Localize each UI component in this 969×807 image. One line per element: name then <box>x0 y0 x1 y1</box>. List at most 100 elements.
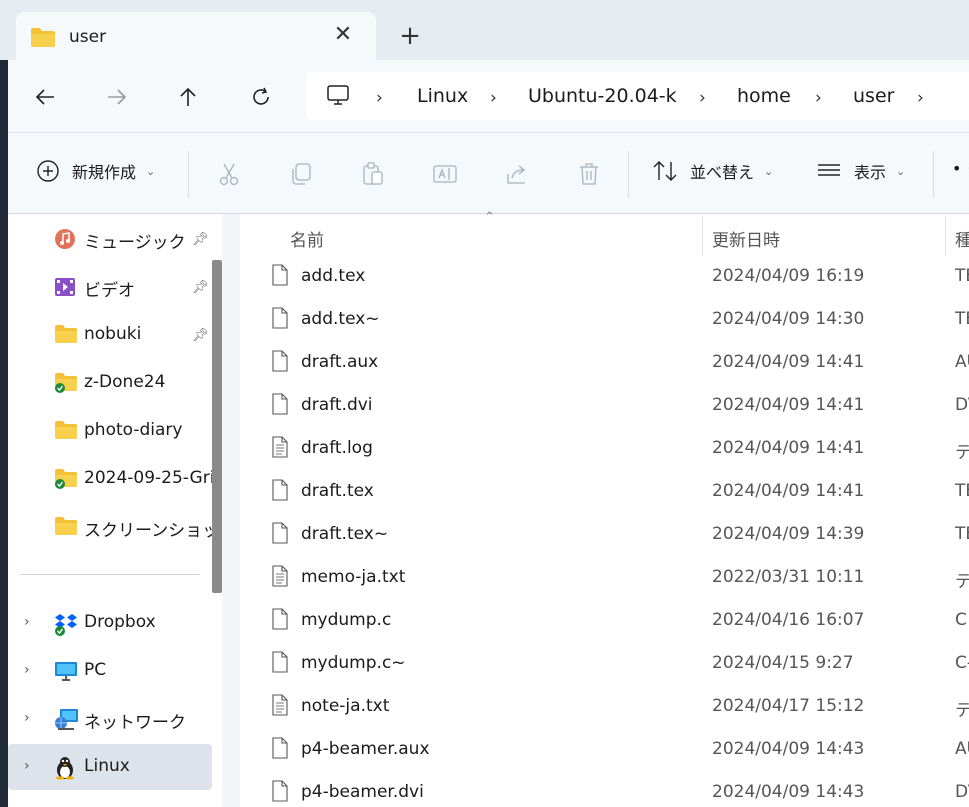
file-modified-date: 2024/04/09 14:39 <box>712 524 865 544</box>
folder-synced-icon <box>54 372 78 398</box>
rename-icon[interactable] <box>432 161 458 187</box>
arrow-up-icon[interactable] <box>173 82 203 112</box>
view-list-icon <box>818 164 840 176</box>
sidebar-item-label: PC <box>84 660 107 680</box>
column-header-date[interactable]: 更新日時 <box>712 226 780 251</box>
file-row[interactable]: draft.dvi 2024/04/09 14:41 DV <box>260 384 969 427</box>
new-tab-button[interactable]: + <box>396 22 424 50</box>
sidebar-item-label: Linux <box>84 756 130 776</box>
sidebar-item-2024-09-25-grif[interactable]: 2024-09-25-Grif <box>8 456 212 502</box>
file-row[interactable]: mydump.c 2024/04/16 16:07 C <box>260 599 969 642</box>
sidebar-item-network[interactable]: › ネットワーク <box>8 696 212 742</box>
chevron-right-icon[interactable]: › <box>490 88 497 108</box>
sort-button[interactable]: 並べ替え ⌄ <box>652 159 773 183</box>
new-button[interactable]: 新規作成 ⌄ <box>36 159 155 183</box>
file-row[interactable]: add.tex~ 2024/04/09 14:30 TE <box>260 298 969 341</box>
chevron-right-icon[interactable]: › <box>24 710 30 726</box>
chevron-right-icon[interactable]: › <box>815 88 822 108</box>
cut-icon[interactable] <box>216 161 242 187</box>
column-divider[interactable] <box>945 216 946 256</box>
file-name: add.tex <box>301 266 366 286</box>
sidebar-item-nobuki[interactable]: nobuki 📌︎ <box>8 312 212 358</box>
divider <box>188 151 189 197</box>
breadcrumb-home[interactable]: home <box>737 85 791 107</box>
column-header-type[interactable]: 種 <box>955 226 969 251</box>
file-modified-date: 2024/04/09 14:41 <box>712 352 865 372</box>
sidebar-scrollbar[interactable] <box>212 260 222 593</box>
copy-icon[interactable] <box>288 161 314 187</box>
paste-icon[interactable] <box>360 161 386 187</box>
file-row[interactable]: memo-ja.txt 2022/03/31 10:11 テ <box>260 556 969 599</box>
column-header-name[interactable]: 名前 <box>290 226 324 251</box>
file-row[interactable]: mydump.c~ 2024/04/15 9:27 C- <box>260 642 969 685</box>
file-type: テ <box>955 701 969 721</box>
arrow-left-icon[interactable] <box>30 82 60 112</box>
sidebar-item-video[interactable]: ビデオ 📌︎ <box>8 264 212 310</box>
command-bar: 新規作成 ⌄ 並べ替え ⌄ 表示 ⌄ • • <box>8 132 969 214</box>
tab-user[interactable]: user ✕ <box>16 12 376 64</box>
file-type: TE <box>955 524 969 544</box>
sidebar-item-pc[interactable]: › PC <box>8 648 212 694</box>
file-name: draft.dvi <box>301 395 373 415</box>
pin-icon: 📌︎ <box>192 280 209 295</box>
chevron-right-icon[interactable]: › <box>24 758 30 774</box>
tab-strip: user ✕ + <box>0 0 969 64</box>
file-icon <box>272 737 288 763</box>
file-name: note-ja.txt <box>301 696 390 716</box>
folder-icon <box>54 516 78 540</box>
file-modified-date: 2024/04/09 14:30 <box>712 309 865 329</box>
file-icon <box>272 264 288 290</box>
column-divider[interactable] <box>702 216 703 256</box>
chevron-right-icon[interactable]: › <box>699 88 706 108</box>
chevron-right-icon[interactable]: › <box>376 88 383 108</box>
breadcrumb-user[interactable]: user <box>853 85 894 107</box>
file-name: memo-ja.txt <box>301 567 406 587</box>
pane-splitter[interactable] <box>222 214 240 807</box>
chevron-down-icon: ⌄ <box>896 164 906 178</box>
folder-icon <box>54 324 78 348</box>
file-name: p4-beamer.aux <box>301 739 430 759</box>
file-row[interactable]: p4-beamer.aux 2024/04/09 14:43 AU <box>260 728 969 771</box>
file-modified-date: 2024/04/09 14:43 <box>712 739 865 759</box>
file-type: テ <box>955 443 969 463</box>
view-button[interactable]: 表示 ⌄ <box>816 159 905 183</box>
network-icon <box>54 708 80 736</box>
file-row[interactable]: p4-beamer.dvi 2024/04/09 14:43 DV <box>260 771 969 807</box>
arrow-right-icon[interactable] <box>102 82 132 112</box>
breadcrumb-ubuntu[interactable]: Ubuntu-20.04-k <box>528 85 677 107</box>
text-file-icon <box>272 694 288 720</box>
file-row[interactable]: draft.tex~ 2024/04/09 14:39 TE <box>260 513 969 556</box>
divider <box>20 574 200 575</box>
sidebar-item-label: ネットワーク <box>84 713 186 733</box>
file-row[interactable]: draft.aux 2024/04/09 14:41 AU <box>260 341 969 384</box>
file-name: mydump.c <box>301 610 392 630</box>
chevron-right-icon[interactable]: › <box>24 614 30 630</box>
file-modified-date: 2022/03/31 10:11 <box>712 567 865 587</box>
file-icon <box>272 522 288 548</box>
breadcrumb-linux[interactable]: Linux <box>417 85 468 107</box>
chevron-right-icon[interactable]: › <box>24 662 30 678</box>
file-type: テ <box>955 572 969 592</box>
sidebar-item-z-done24[interactable]: z-Done24 <box>8 360 212 406</box>
sidebar-item-music[interactable]: ミュージック 📌︎ <box>8 216 212 262</box>
file-row[interactable]: draft.log 2024/04/09 14:41 テ <box>260 427 969 470</box>
more-options-icon[interactable]: • • <box>952 159 969 178</box>
file-icon <box>272 608 288 634</box>
sidebar-item-dropbox[interactable]: › Dropbox <box>8 600 212 646</box>
desktop-edge <box>0 0 8 807</box>
file-type: TE <box>955 309 969 329</box>
address-bar[interactable]: › Linux › Ubuntu-20.04-k › home › user › <box>306 72 969 120</box>
sidebar-item-photo-diary[interactable]: photo-diary <box>8 408 212 454</box>
file-row[interactable]: add.tex 2024/04/09 16:19 TE <box>260 255 969 298</box>
sidebar-item-linux[interactable]: › Linux <box>8 744 212 790</box>
sidebar-item-screenshots[interactable]: スクリーンショット <box>8 504 212 550</box>
chevron-right-icon[interactable]: › <box>917 88 924 108</box>
sidebar-item-label: z-Done24 <box>84 372 166 392</box>
close-icon[interactable]: ✕ <box>332 24 354 46</box>
file-row[interactable]: note-ja.txt 2024/04/17 15:12 テ <box>260 685 969 728</box>
file-row[interactable]: draft.tex 2024/04/09 14:41 TE <box>260 470 969 513</box>
refresh-icon[interactable] <box>246 82 276 112</box>
share-icon[interactable] <box>504 161 530 187</box>
sidebar-item-label: スクリーンショット <box>84 521 212 541</box>
delete-icon[interactable] <box>576 161 602 187</box>
